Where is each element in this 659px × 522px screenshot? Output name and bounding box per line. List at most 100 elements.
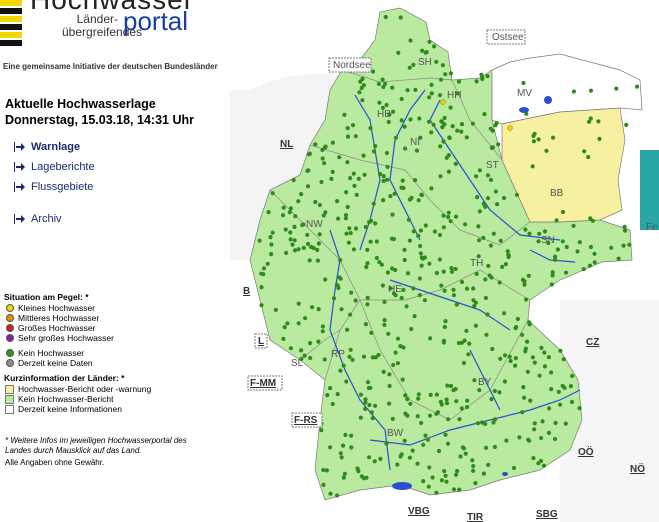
gauge-dot[interactable] [483,277,488,282]
gauge-dot[interactable] [374,239,379,244]
gauge-dot[interactable] [331,296,337,301]
nav-lageberichte[interactable]: Lageberichte [14,157,95,177]
gauge-dot[interactable] [330,140,335,145]
gauge-dot[interactable] [490,346,495,352]
gauge-dot[interactable] [320,324,325,329]
gauge-dot[interactable] [484,332,489,337]
gauge-dot[interactable] [428,413,433,418]
gauge-dot[interactable] [386,331,391,336]
gauge-dot[interactable] [346,240,351,245]
gauge-dot[interactable] [438,174,443,179]
gauge-dot[interactable] [316,339,321,344]
gauge-dot[interactable] [465,398,470,403]
gauge-dot[interactable] [563,421,568,426]
gauge-dot[interactable] [483,295,488,301]
gauge-dot[interactable] [441,139,446,144]
gauge-dot[interactable] [259,303,264,308]
gauge-dot[interactable] [372,459,377,464]
gauge-dot[interactable] [432,229,437,234]
gauge-dot[interactable] [402,247,407,252]
gauge-dot[interactable] [556,389,561,394]
gauge-dot[interactable] [413,87,418,92]
gauge-dot[interactable] [384,102,389,108]
gauge-dot[interactable] [441,269,446,274]
gauge-dot[interactable] [423,223,428,228]
gauge-dot[interactable] [384,441,389,446]
gauge-dot[interactable] [502,353,508,358]
gauge-dot[interactable] [401,287,406,292]
gauge-dot[interactable] [502,311,507,316]
gauge-dot[interactable] [448,219,453,224]
gauge-dot[interactable] [392,191,397,196]
gauge-dot[interactable] [307,258,312,263]
gauge-dot[interactable] [315,258,320,263]
gauge-dot[interactable] [442,288,447,293]
gauge-dot[interactable] [505,249,510,254]
gauge-dot[interactable] [313,142,318,147]
gauge-dot[interactable] [423,433,428,438]
gauge-dot[interactable] [421,479,426,484]
gauge-dot[interactable] [508,358,513,364]
gauge-dot[interactable] [407,197,412,202]
gauge-dot[interactable] [283,227,288,232]
gauge-dot[interactable] [438,144,443,149]
gauge-dot[interactable] [502,379,507,384]
gauge-dot[interactable] [261,266,267,271]
gauge-dot[interactable] [402,124,407,129]
gauge-dot[interactable] [381,84,386,90]
gauge-dot[interactable] [390,416,395,421]
gauge-dot[interactable] [450,124,455,129]
gauge-dot[interactable] [475,421,481,426]
country-label[interactable]: NL [280,139,293,150]
gauge-dot[interactable] [371,201,376,206]
gauge-dot[interactable] [527,438,532,443]
gauge-dot[interactable] [486,263,491,268]
gauge-dot[interactable] [500,264,505,269]
gauge-dot[interactable] [513,363,518,368]
gauge-dot[interactable] [358,415,363,420]
gauge-dot[interactable] [321,482,326,487]
nav-flussgebiete[interactable]: Flussgebiete [14,177,95,197]
gauge-dot[interactable] [338,258,343,263]
gauge-dot[interactable] [451,487,457,492]
gauge-dot[interactable] [281,205,286,210]
gauge-dot[interactable] [471,464,476,469]
gauge-dot[interactable] [325,393,330,398]
gauge-dot[interactable] [348,347,353,352]
gauge-dot[interactable] [538,458,544,464]
gauge-dot[interactable] [395,361,400,366]
gauge-dot[interactable] [259,285,264,290]
gauge-dot[interactable] [485,173,491,178]
gauge-dot[interactable] [350,123,356,128]
gauge-dot[interactable] [537,373,542,378]
gauge-dot[interactable] [428,336,433,341]
germany-flood-map[interactable]: Fe SH HH MV HB NI ST BB NW SN TH HE RP S… [230,0,659,522]
gauge-dot[interactable] [530,164,535,169]
gauge-dot[interactable] [381,178,386,183]
gauge-dot[interactable] [459,406,464,411]
gauge-dot[interactable] [560,239,565,244]
gauge-dot[interactable] [305,184,311,189]
gauge-dot[interactable] [365,295,370,300]
gauge-dot[interactable] [324,468,329,473]
gauge-dot[interactable] [586,154,591,160]
gauge-dot[interactable] [520,410,525,415]
gauge-dot[interactable] [347,354,352,359]
gauge-dot[interactable] [419,263,424,268]
gauge-dot[interactable] [315,247,320,252]
gauge-dot[interactable] [481,201,486,206]
gauge-dot[interactable] [288,230,293,235]
gauge-dot[interactable] [303,316,308,321]
gauge-dot[interactable] [568,384,573,389]
gauge-dot[interactable] [488,126,493,131]
gauge-dot[interactable] [427,465,432,470]
gauge-dot[interactable] [309,244,314,250]
gauge-dot[interactable] [301,245,306,250]
gauge-dot[interactable] [317,232,322,237]
gauge-dot[interactable] [410,448,415,453]
gauge-dot[interactable] [415,461,420,466]
gauge-dot[interactable] [536,137,541,142]
gauge-dot[interactable] [270,191,275,196]
gauge-dot[interactable] [381,369,386,374]
gauge-dot[interactable] [443,432,448,437]
